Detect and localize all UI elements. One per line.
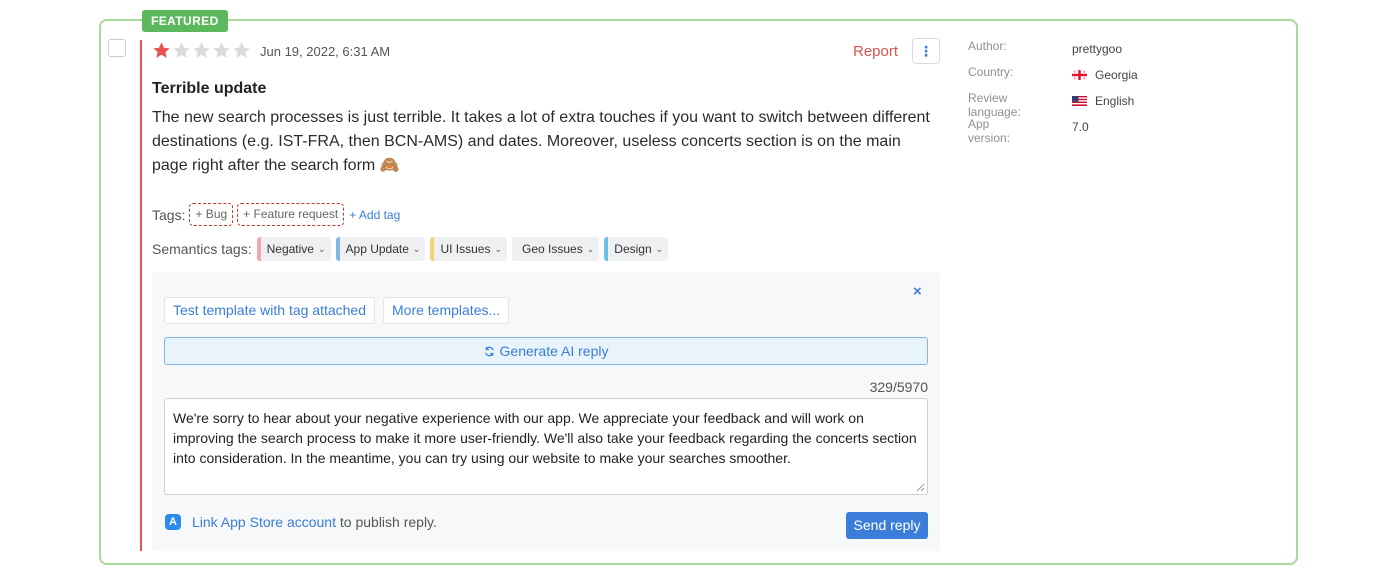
tag-bug[interactable]: + Bug	[189, 203, 234, 226]
semantic-tag-ui-issues[interactable]: UI Issues ⌄	[430, 237, 508, 261]
star-empty-icon	[233, 42, 250, 58]
semantic-tag-geo-issues[interactable]: Geo Issues ⌄	[512, 237, 600, 261]
link-account-line: Link App Store account to publish reply.	[192, 514, 437, 530]
semantic-tag-app-update[interactable]: App Update ⌄	[335, 237, 426, 261]
semantic-tag-design[interactable]: Design ⌄	[604, 237, 669, 261]
kebab-menu-icon: ⋮	[919, 42, 933, 59]
semantic-tag-label: Negative	[266, 242, 314, 256]
template-button-test[interactable]: Test template with tag attached	[164, 297, 375, 324]
send-reply-button[interactable]: Send reply	[846, 512, 928, 539]
generate-ai-reply-button[interactable]: Generate AI reply	[164, 337, 928, 365]
add-tag-link[interactable]: + Add tag	[349, 208, 400, 222]
star-filled-icon	[153, 42, 170, 58]
semantic-tag-label: Geo Issues	[522, 242, 583, 256]
generate-ai-reply-label: Generate AI reply	[499, 343, 609, 359]
more-templates-button[interactable]: More templates...	[383, 297, 510, 324]
chevron-down-icon: ⌄	[494, 244, 503, 254]
tag-feature-request[interactable]: + Feature request	[237, 203, 345, 226]
semantic-tags-row: Semantics tags: Negative ⌄ App Update ⌄ UI…	[152, 237, 669, 261]
star-rating	[152, 41, 251, 61]
more-options-button[interactable]: ⋮	[912, 38, 940, 64]
country-name: Georgia	[1095, 68, 1138, 82]
link-app-store-account-link[interactable]: Link App Store account	[192, 514, 336, 530]
app-store-icon: A	[165, 514, 181, 530]
reply-textarea[interactable]: We're sorry to hear about your negative …	[164, 398, 928, 495]
character-counter: 329/5970	[869, 379, 928, 395]
report-button[interactable]: Report	[853, 43, 898, 60]
star-empty-icon	[213, 42, 230, 58]
semantic-tag-label: UI Issues	[440, 242, 491, 256]
language-label: Review language:	[968, 91, 1021, 119]
chevron-down-icon: ⌄	[655, 244, 664, 254]
author-label: Author:	[968, 39, 1007, 53]
semantic-tag-negative[interactable]: Negative ⌄	[256, 237, 331, 261]
refresh-icon	[484, 346, 494, 356]
language-name: English	[1095, 94, 1135, 108]
author-name: prettygoo	[1072, 42, 1123, 56]
us-flag-icon	[1072, 96, 1087, 106]
star-empty-icon	[173, 42, 190, 58]
review-date: Jun 19, 2022, 6:31 AM	[260, 44, 391, 59]
tags-label: Tags:	[152, 206, 186, 223]
reply-panel: Test template with tag attached More tem…	[152, 272, 940, 551]
link-suffix-text: to publish reply.	[336, 514, 437, 530]
review-title: Terrible update	[152, 80, 267, 97]
chevron-down-icon: ⌄	[412, 244, 421, 254]
country-label: Country:	[968, 65, 1014, 79]
app-version-label: App version:	[968, 117, 1011, 145]
chevron-down-icon: ⌄	[586, 244, 595, 254]
app-version: 7.0	[1072, 120, 1089, 134]
close-icon[interactable]: ×	[913, 283, 922, 300]
semantic-tag-label: App Update	[345, 242, 409, 256]
star-empty-icon	[193, 42, 210, 58]
semantic-tag-label: Design	[614, 242, 652, 256]
featured-badge: FEATURED	[142, 10, 228, 32]
rating-indicator-bar	[140, 40, 142, 551]
select-checkbox[interactable]	[108, 39, 126, 57]
review-body: The new search processes is just terribl…	[152, 109, 930, 174]
resize-handle-icon[interactable]	[915, 482, 925, 492]
semantic-tags-label: Semantics tags:	[152, 241, 252, 257]
georgia-flag-icon	[1072, 70, 1087, 80]
chevron-down-icon: ⌄	[317, 244, 326, 254]
tags-row: Tags: + Bug + Feature request + Add tag	[152, 203, 400, 226]
